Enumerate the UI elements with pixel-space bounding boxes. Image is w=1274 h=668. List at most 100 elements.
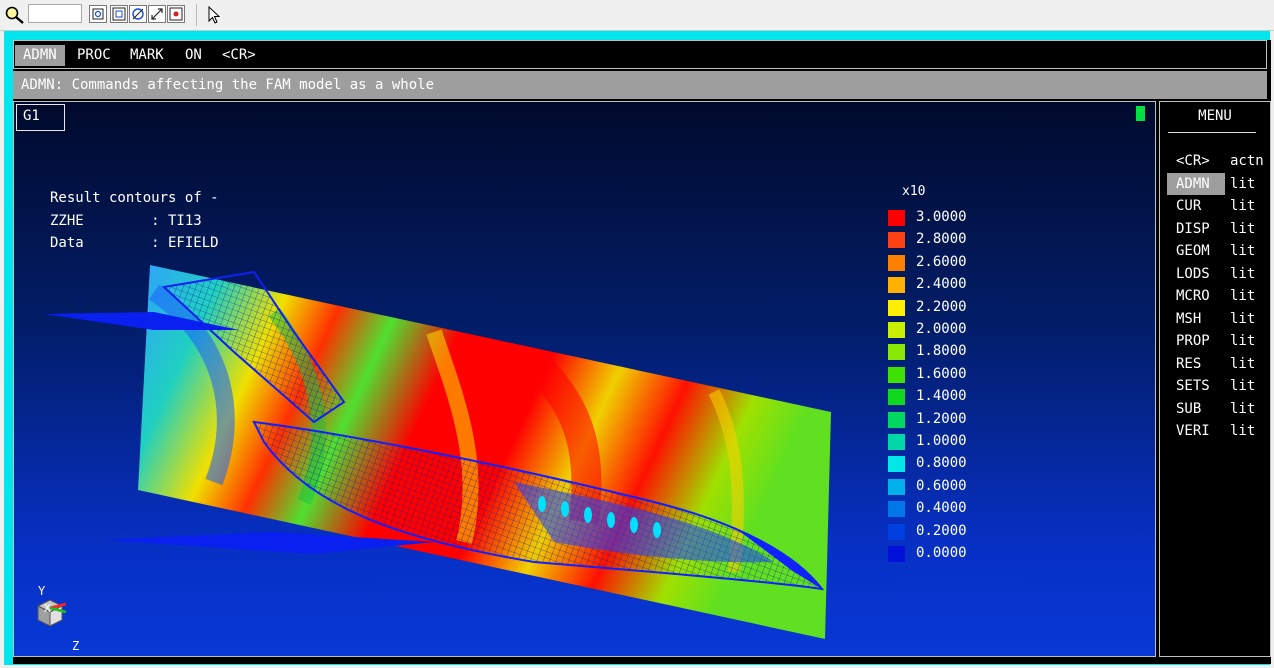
legend-swatch <box>888 546 905 562</box>
status-line: ADMN: Commands affecting the FAM model a… <box>13 71 1267 99</box>
legend-swatch <box>888 389 905 406</box>
menubar-item-admn[interactable]: ADMN <box>15 45 65 66</box>
side-menu-action: lit <box>1230 333 1256 349</box>
zoom-window-icon[interactable] <box>89 5 107 23</box>
side-menu-item-msh[interactable]: MSH lit <box>1160 308 1272 330</box>
legend-value: 0.6000 <box>916 477 967 494</box>
legend-swatch <box>888 434 905 450</box>
magnifier-icon[interactable] <box>4 5 26 25</box>
legend-swatch <box>888 366 905 383</box>
rotate-icon[interactable] <box>129 5 147 23</box>
side-menu-item-lods[interactable]: LODS lit <box>1160 263 1272 285</box>
result-data: Data : EFIELD <box>50 235 219 251</box>
side-menu-title: MENU <box>1198 108 1232 124</box>
side-menu-command[interactable]: CUR <box>1167 195 1225 217</box>
legend-swatch <box>888 456 905 473</box>
legend-value: 2.0000 <box>916 321 967 337</box>
toolbar <box>0 0 1274 31</box>
menubar-item-mark[interactable]: MARK <box>122 45 172 66</box>
side-menu-item-veri[interactable]: VERI lit <box>1160 420 1272 442</box>
side-menu-command[interactable]: MSH <box>1167 308 1225 330</box>
viewport-label: G1 <box>16 104 65 131</box>
legend-swatch <box>888 254 905 271</box>
side-menu-action: lit <box>1230 378 1256 394</box>
side-menu-item-cur[interactable]: CUR lit <box>1160 195 1272 217</box>
side-menu-command[interactable]: DISP <box>1167 218 1225 240</box>
pointer-cursor-icon[interactable] <box>207 6 221 24</box>
legend-swatch <box>888 523 905 540</box>
side-menu-command[interactable]: SETS <box>1167 375 1225 397</box>
contour-plot-scene <box>44 265 831 639</box>
menubar-item-proc[interactable]: PROC <box>69 45 119 66</box>
side-menu-command[interactable]: <CR> <box>1167 150 1225 172</box>
side-menu-item-res[interactable]: RES lit <box>1160 353 1272 375</box>
axis-y-label: Y <box>38 584 46 598</box>
side-menu-action: lit <box>1230 310 1256 327</box>
legend-swatch <box>888 299 905 316</box>
legend-swatch <box>888 501 905 518</box>
legend-value: 3.0000 <box>916 209 967 225</box>
side-menu-item-geom[interactable]: GEOM lit <box>1160 240 1272 262</box>
side-menu-command[interactable]: GEOM <box>1167 240 1225 262</box>
legend-swatch <box>888 344 905 361</box>
legend-scale-label: x10 <box>902 184 926 199</box>
legend-value: 1.4000 <box>916 388 967 405</box>
side-menu-command[interactable]: VERI <box>1167 420 1225 442</box>
legend-value: 2.4000 <box>916 276 967 293</box>
legend-value: 1.2000 <box>916 410 967 427</box>
side-menu-action: lit <box>1230 288 1256 304</box>
side-menu-action: lit <box>1230 243 1256 259</box>
side-menu-action: lit <box>1230 400 1256 417</box>
expand-icon[interactable] <box>148 5 166 23</box>
legend-swatch <box>888 210 905 226</box>
side-menu: MENU <CR> actn ADMN lit CUR lit DISP lit GEOM lit… <box>1159 101 1271 657</box>
side-menu-command[interactable]: ADMN <box>1167 172 1225 195</box>
legend-value: 0.4000 <box>916 500 967 517</box>
side-menu-command[interactable]: MCRO <box>1167 285 1225 307</box>
side-menu-action: lit <box>1230 355 1256 372</box>
axis-triad-icon: Y X Z <box>36 584 79 652</box>
side-menu-item-sub[interactable]: SUB lit <box>1160 398 1272 420</box>
side-menu-action: lit <box>1230 423 1256 439</box>
legend-value: 1.0000 <box>916 433 967 449</box>
result-zzhe: ZZHE : TI13 <box>50 213 202 229</box>
side-menu-command[interactable]: RES <box>1167 353 1225 375</box>
menubar-item-cr[interactable]: <CR> <box>214 45 264 66</box>
app-frame: ADMN PROC MARK ON <CR> ADMN: Commands af… <box>4 31 1271 665</box>
side-menu-action: lit <box>1230 220 1256 237</box>
side-menu-action: lit <box>1230 198 1256 214</box>
activity-indicator <box>1136 106 1145 121</box>
side-menu-item-sets[interactable]: SETS lit <box>1160 375 1272 397</box>
side-menu-action: lit <box>1230 175 1256 192</box>
zoom-input[interactable] <box>28 4 82 23</box>
side-menu-item-prop[interactable]: PROP lit <box>1160 330 1272 352</box>
legend-value: 2.2000 <box>916 298 967 315</box>
menubar-item-on[interactable]: ON <box>177 45 210 66</box>
side-menu-divider <box>1168 132 1256 133</box>
legend-swatch <box>888 322 905 338</box>
legend-swatch <box>888 411 905 428</box>
legend-value: 2.8000 <box>916 231 967 248</box>
side-menu-command[interactable]: PROP <box>1167 330 1225 352</box>
result-title: Result contours of - <box>50 190 219 206</box>
side-menu-command[interactable]: SUB <box>1167 398 1225 420</box>
legend-value: 0.0000 <box>916 545 967 561</box>
side-menu-item-cr[interactable]: <CR> actn <box>1160 150 1272 172</box>
legend-value: 0.8000 <box>916 455 967 472</box>
legend-swatch <box>888 478 905 495</box>
side-menu-item-mcro[interactable]: MCRO lit <box>1160 285 1272 307</box>
zoom-fit-icon[interactable] <box>110 5 128 23</box>
legend-value: 1.6000 <box>916 365 967 382</box>
side-menu-action: actn <box>1230 153 1264 169</box>
side-menu-item-disp[interactable]: DISP lit <box>1160 218 1272 240</box>
legend-swatch <box>888 232 905 249</box>
axis-z-label: Z <box>72 639 79 652</box>
graphics-viewport[interactable]: G1 Result contours of - ZZHE : TI13 Data… <box>13 101 1156 657</box>
center-icon[interactable] <box>167 5 185 23</box>
legend-value: 2.6000 <box>916 253 967 270</box>
axis-x-label: X <box>44 602 51 615</box>
side-menu-item-admn[interactable]: ADMN lit <box>1160 172 1272 195</box>
side-menu-command[interactable]: LODS <box>1167 263 1225 285</box>
legend-value: 0.2000 <box>916 522 967 539</box>
legend-swatch <box>888 277 905 294</box>
